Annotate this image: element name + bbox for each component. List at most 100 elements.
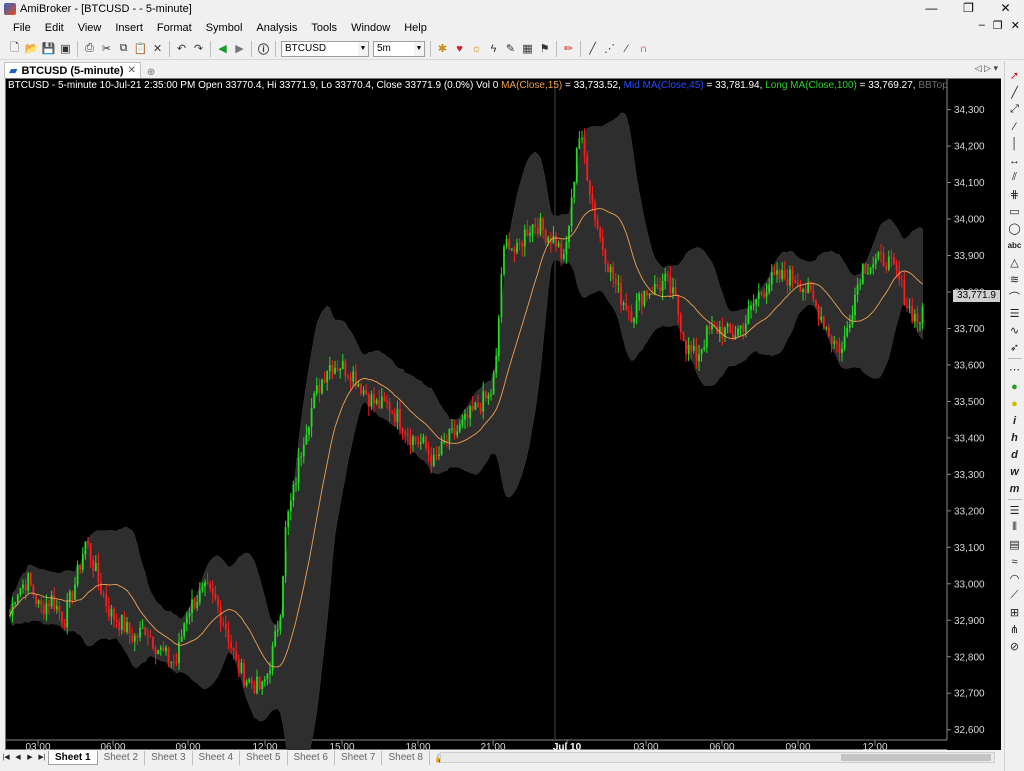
forward-arrow-icon[interactable]: ▶ bbox=[231, 40, 248, 57]
sheet-tab-7[interactable]: Sheet 7 bbox=[335, 751, 383, 765]
menu-help[interactable]: Help bbox=[397, 22, 434, 34]
ray-icon[interactable]: ⤢ bbox=[1007, 101, 1023, 118]
vertical-line-icon[interactable]: │ bbox=[1007, 135, 1023, 152]
spiral-icon[interactable]: ⊘ bbox=[1007, 638, 1023, 655]
close-icon[interactable]: ✕ bbox=[128, 65, 136, 76]
menu-window[interactable]: Window bbox=[344, 22, 397, 34]
sun-icon[interactable]: ☼ bbox=[468, 40, 485, 57]
sheet-tab-5[interactable]: Sheet 5 bbox=[240, 751, 288, 765]
interval-w-icon[interactable]: w bbox=[1007, 463, 1023, 480]
dotted-line-icon[interactable]: ⁄ bbox=[618, 40, 635, 57]
fan-icon[interactable]: ☰ bbox=[1007, 305, 1023, 322]
mdi-restore-icon[interactable]: ❐ bbox=[993, 19, 1003, 32]
magnet-icon[interactable]: ∩ bbox=[635, 40, 652, 57]
horizontal-line-icon[interactable]: ↔ bbox=[1007, 152, 1023, 169]
dash-line-icon[interactable]: ⋰ bbox=[601, 40, 618, 57]
rectangle-icon[interactable]: ▭ bbox=[1007, 203, 1023, 220]
dots-icon[interactable]: ⋯ bbox=[1007, 361, 1023, 378]
pencil-icon[interactable]: ✎ bbox=[502, 40, 519, 57]
minimize-button[interactable]: — bbox=[913, 0, 950, 17]
arrow-icon[interactable]: ➶ bbox=[1007, 339, 1023, 356]
save-icon[interactable]: 💾 bbox=[40, 40, 57, 57]
menu-insert[interactable]: Insert bbox=[108, 22, 150, 34]
close-button[interactable]: ✕ bbox=[987, 0, 1024, 17]
pitchfork-icon[interactable]: ⋔ bbox=[1007, 621, 1023, 638]
menu-view[interactable]: View bbox=[71, 22, 109, 34]
copy-icon[interactable]: ⧉ bbox=[115, 40, 132, 57]
next-sheet-icon[interactable]: ▶ bbox=[24, 751, 36, 765]
channel-icon[interactable]: ⋕ bbox=[1007, 186, 1023, 203]
menu-symbol[interactable]: Symbol bbox=[199, 22, 250, 34]
new-tab-icon[interactable]: ⊕ bbox=[147, 67, 155, 78]
bars-icon[interactable]: ☰ bbox=[1007, 502, 1023, 519]
print-icon[interactable]: ⎙ bbox=[81, 40, 98, 57]
pointer-icon[interactable]: ➚ bbox=[1007, 67, 1023, 84]
extended-line-icon[interactable]: ⁄ bbox=[1007, 118, 1023, 135]
delete-icon[interactable]: ✕ bbox=[149, 40, 166, 57]
menu-tools[interactable]: Tools bbox=[304, 22, 344, 34]
interval-d-icon[interactable]: d bbox=[1007, 446, 1023, 463]
menu-format[interactable]: Format bbox=[150, 22, 199, 34]
horizontal-scrollbar[interactable] bbox=[440, 752, 995, 763]
symbol-combo[interactable]: BTCUSD ▼ bbox=[281, 40, 369, 57]
arc-icon[interactable]: ⌒ bbox=[1007, 288, 1023, 305]
interval-i-icon[interactable]: i bbox=[1007, 412, 1023, 429]
undo-icon[interactable]: ↶ bbox=[173, 40, 190, 57]
sheet-tab-3[interactable]: Sheet 3 bbox=[145, 751, 193, 765]
tab-btcusd[interactable]: ▰ BTCUSD (5-minute) ✕ bbox=[4, 62, 141, 78]
yellow-circle-icon[interactable]: ● bbox=[1007, 395, 1023, 412]
triangle-icon[interactable]: △ bbox=[1007, 254, 1023, 271]
line-icon[interactable]: ╱ bbox=[1007, 84, 1023, 101]
menu-file[interactable]: File bbox=[6, 22, 38, 34]
chevron-down-icon[interactable]: ▼ bbox=[358, 41, 368, 56]
parallel-lines-icon[interactable]: ⫽ bbox=[1007, 169, 1023, 186]
new-file-icon[interactable]: 🗋 bbox=[6, 40, 23, 57]
green-circle-icon[interactable]: ● bbox=[1007, 378, 1023, 395]
sheet-tab-4[interactable]: Sheet 4 bbox=[193, 751, 241, 765]
open-folder-icon[interactable]: 📂 bbox=[23, 40, 40, 57]
scrollbar-thumb[interactable] bbox=[841, 754, 991, 761]
columns-icon[interactable]: ⦀ bbox=[1007, 519, 1023, 536]
tab-nav-arrows[interactable]: ◁ ▷ ▾ bbox=[975, 63, 998, 74]
interval-combo[interactable]: 5m ▼ bbox=[373, 40, 425, 57]
redo-icon[interactable]: ↷ bbox=[190, 40, 207, 57]
bolt-icon[interactable]: ϟ bbox=[485, 40, 502, 57]
menu-edit[interactable]: Edit bbox=[38, 22, 71, 34]
heart-icon[interactable]: ♥ bbox=[451, 40, 468, 57]
text-icon[interactable]: abc bbox=[1007, 237, 1023, 254]
sheet-tab-8[interactable]: Sheet 8 bbox=[382, 751, 430, 765]
arc-gauge-icon[interactable]: ◠ bbox=[1007, 570, 1023, 587]
menu-analysis[interactable]: Analysis bbox=[249, 22, 304, 34]
line-tool-icon[interactable]: ╱ bbox=[584, 40, 601, 57]
candle-body bbox=[331, 365, 334, 374]
save-all-icon[interactable]: ▣ bbox=[57, 40, 74, 57]
restore-button[interactable]: ❐ bbox=[950, 0, 987, 17]
mdi-minimize-icon[interactable]: – bbox=[979, 19, 985, 32]
price-chart[interactable]: 34,30034,20034,10034,00033,90033,80033,7… bbox=[6, 79, 1001, 750]
sheet-tab-2[interactable]: Sheet 2 bbox=[98, 751, 146, 765]
flag-icon[interactable]: ⚑ bbox=[536, 40, 553, 57]
cycle-icon[interactable]: ⊞ bbox=[1007, 604, 1023, 621]
interval-h-icon[interactable]: h bbox=[1007, 429, 1023, 446]
prev-sheet-icon[interactable]: ◀ bbox=[12, 751, 24, 765]
sheet-tab-6[interactable]: Sheet 6 bbox=[288, 751, 335, 765]
mdi-close-icon[interactable]: ✕ bbox=[1011, 19, 1020, 32]
interval-m-icon[interactable]: m bbox=[1007, 480, 1023, 497]
fan-lines-icon[interactable]: ⟋ bbox=[1007, 587, 1023, 604]
wave-icon[interactable]: ≈ bbox=[1007, 553, 1023, 570]
zigzag-icon[interactable]: ∿ bbox=[1007, 322, 1023, 339]
paste-icon[interactable]: 📋 bbox=[132, 40, 149, 57]
grid-icon[interactable]: ▤ bbox=[1007, 536, 1023, 553]
info-icon[interactable]: ⓘ bbox=[255, 40, 272, 57]
chevron-down-icon[interactable]: ▼ bbox=[414, 41, 424, 56]
gear-icon[interactable]: ✱ bbox=[434, 40, 451, 57]
chart-icon[interactable]: ▦ bbox=[519, 40, 536, 57]
last-sheet-icon[interactable]: ▶| bbox=[36, 751, 48, 765]
ellipse-icon[interactable]: ◯ bbox=[1007, 220, 1023, 237]
color-pen-icon[interactable]: ✏ bbox=[560, 40, 577, 57]
sheet-tab-1[interactable]: Sheet 1 bbox=[48, 751, 98, 765]
fibonacci-icon[interactable]: ≋ bbox=[1007, 271, 1023, 288]
first-sheet-icon[interactable]: |◀ bbox=[0, 751, 12, 765]
cut-icon[interactable]: ✂ bbox=[98, 40, 115, 57]
back-arrow-icon[interactable]: ◀ bbox=[214, 40, 231, 57]
